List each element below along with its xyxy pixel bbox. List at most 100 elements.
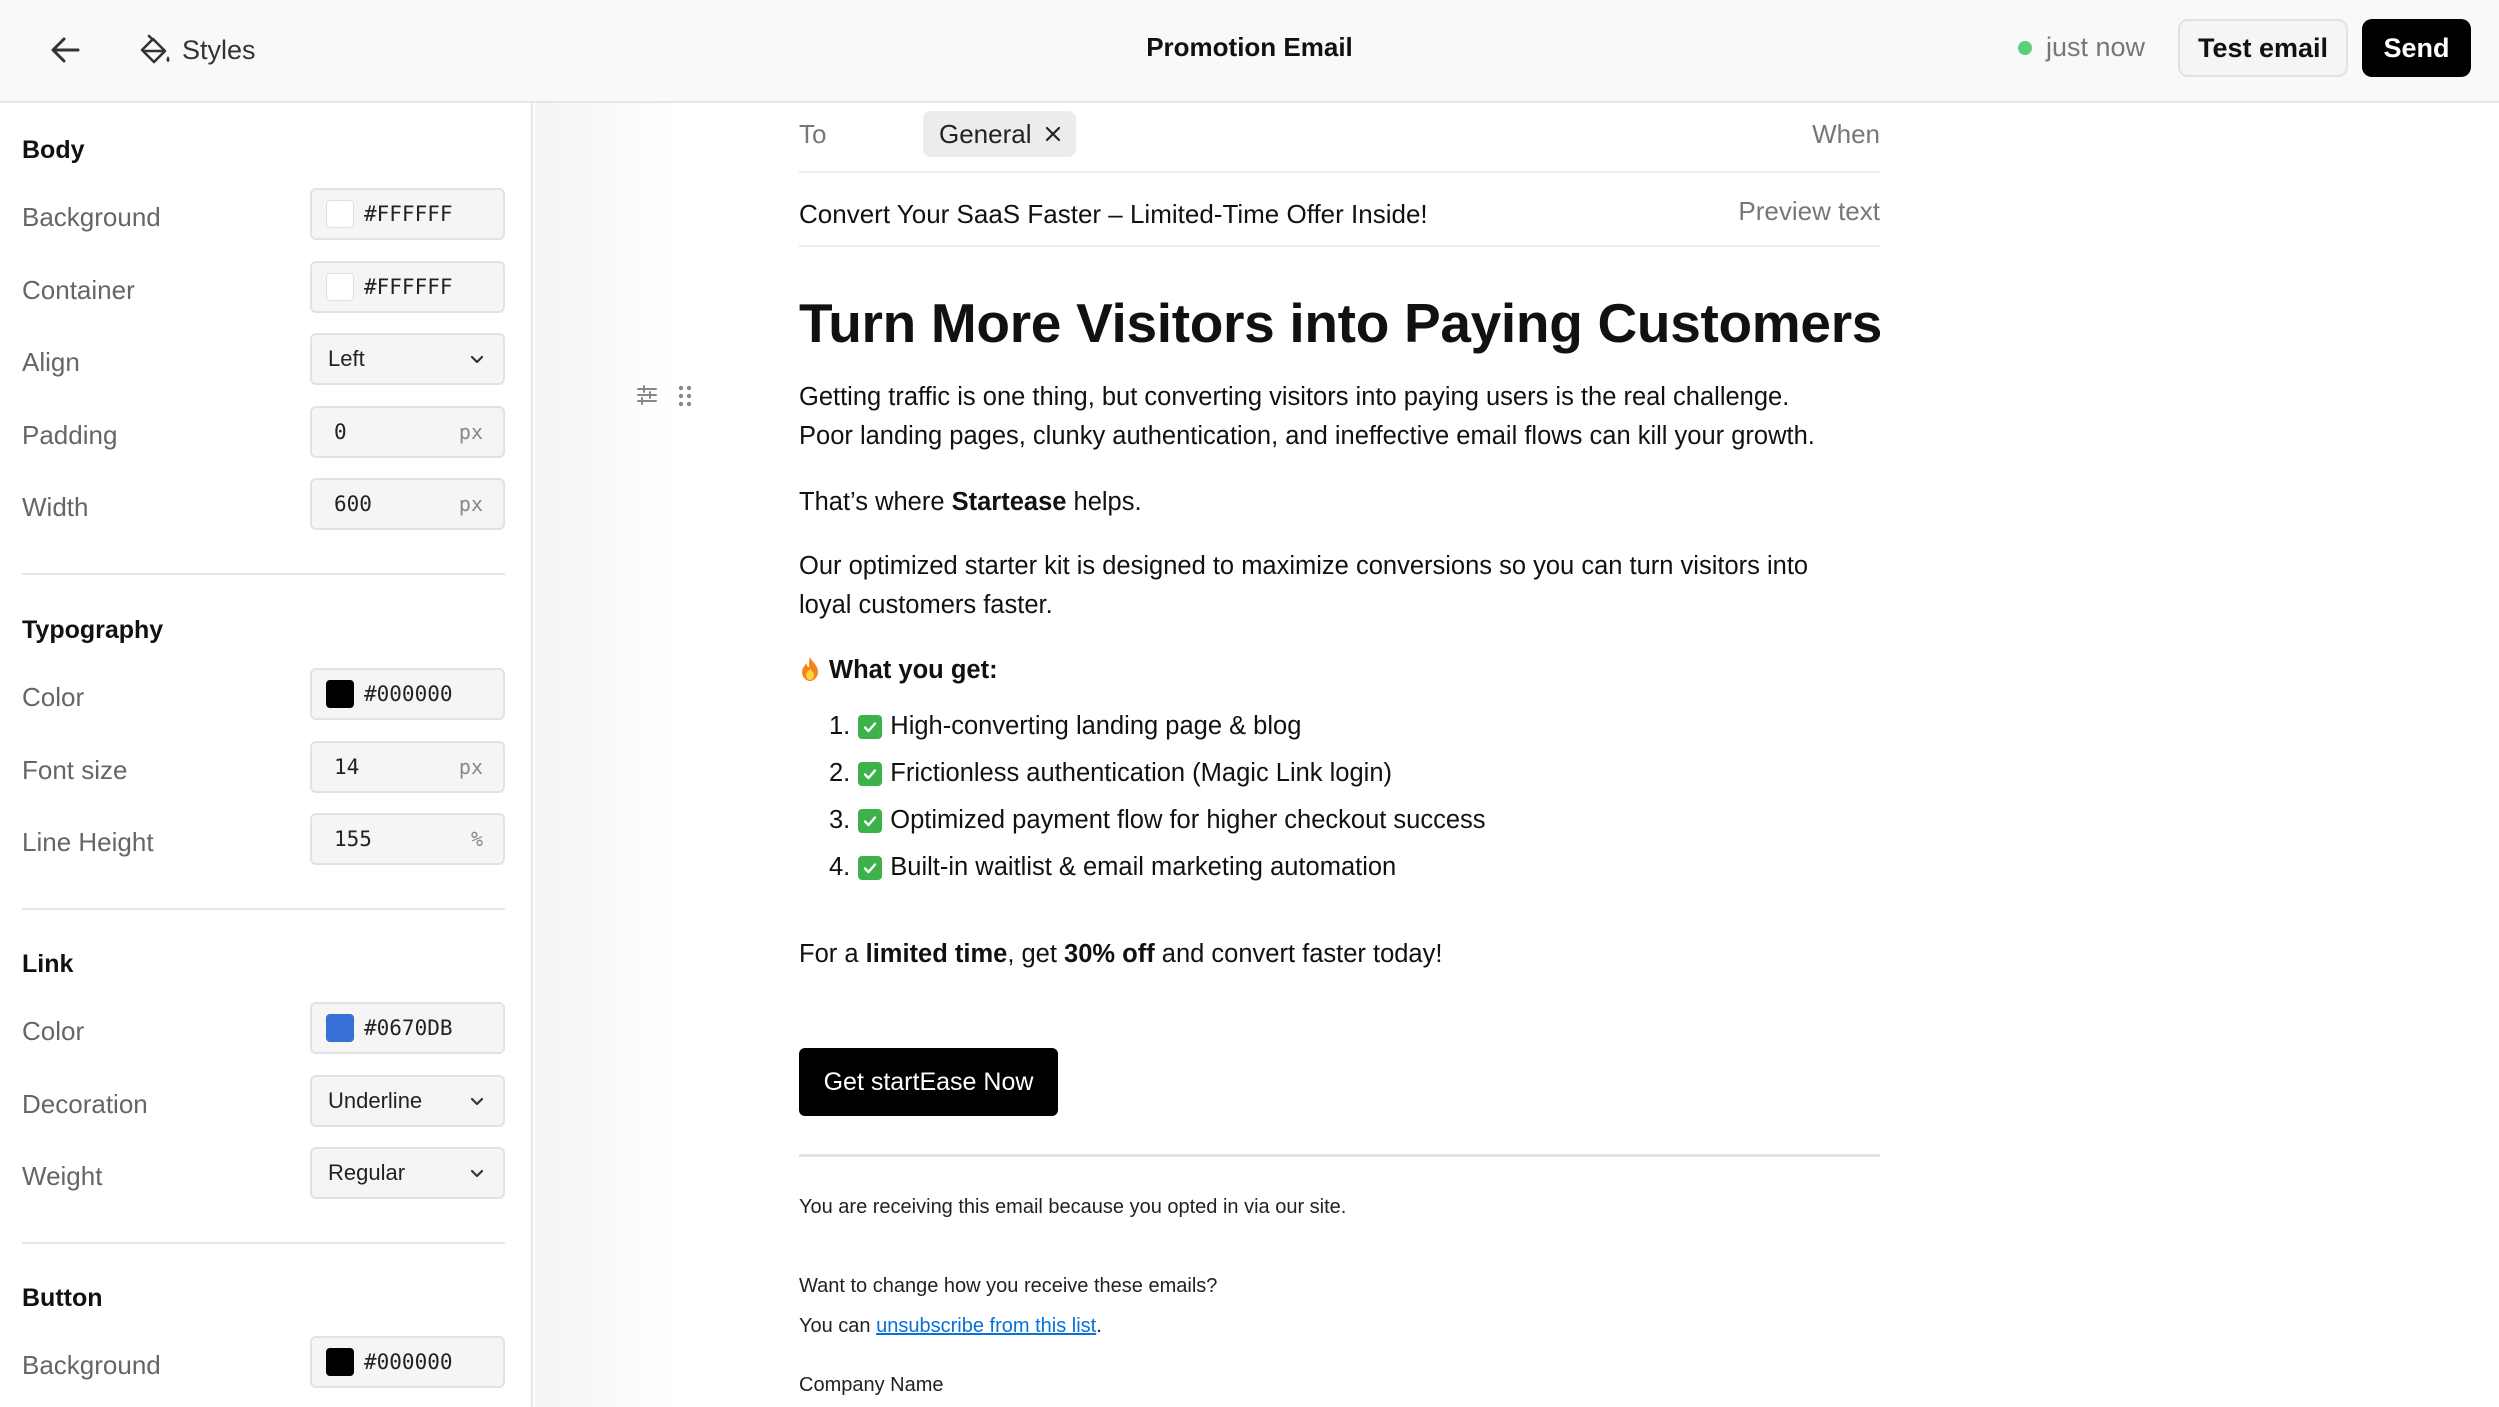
color-swatch — [326, 273, 354, 301]
paragraph-1-line-1: Getting traffic is one thing, but conver… — [799, 383, 1790, 411]
link-decoration-value: Underline — [328, 1088, 423, 1113]
what-you-get-label: What you get: — [829, 656, 998, 684]
paragraph-3[interactable]: Our optimized starter kit is designed to… — [799, 547, 1880, 625]
link-decoration-label: Decoration — [22, 1089, 148, 1119]
body-padding-label: Padding — [22, 420, 118, 450]
section-title-typography: Typography — [22, 616, 164, 644]
color-swatch — [326, 680, 354, 708]
close-icon[interactable] — [1044, 125, 1062, 143]
line-height-unit: % — [470, 827, 483, 851]
paint-bucket-icon — [140, 34, 170, 64]
link-color-label: Color — [22, 1016, 85, 1046]
typography-color-label: Color — [22, 682, 85, 712]
color-swatch — [326, 1348, 354, 1376]
body-background-color-field[interactable]: #FFFFFF — [310, 188, 505, 240]
link-decoration-select[interactable]: Underline — [310, 1075, 505, 1127]
body-padding-input[interactable]: 0 px — [310, 406, 505, 458]
list-item[interactable]: 1. High-converting landing page & blog — [829, 712, 1301, 741]
when-button[interactable]: When — [1812, 119, 1880, 150]
styles-button[interactable]: Styles — [136, 28, 256, 72]
body-container-label: Container — [22, 275, 135, 305]
footer-unsubscribe-line: You can unsubscribe from this list. — [799, 1315, 1102, 1338]
list-item[interactable]: 4. Built-in waitlist & email marketing a… — [829, 853, 1396, 882]
list-item[interactable]: 2. Frictionless authentication (Magic Li… — [829, 759, 1392, 788]
paragraph-1-line-2: Poor landing pages, clunky authenticatio… — [799, 422, 1815, 450]
fire-icon — [802, 657, 818, 681]
offer-paragraph[interactable]: For a limited time, get 30% off and conv… — [799, 935, 1880, 974]
save-status: just now — [2018, 32, 2145, 63]
body-background-label: Background — [22, 202, 161, 232]
paragraph-3-line-1: Our optimized starter kit is designed to… — [799, 552, 1809, 580]
offer-limited-time: limited time — [865, 940, 1008, 968]
styles-sidebar: Body Background #FFFFFF Container #FFFFF… — [0, 103, 533, 1407]
section-title-link: Link — [22, 950, 74, 978]
sliders-icon[interactable] — [636, 384, 658, 406]
offer-text-end: and convert faster today! — [1154, 940, 1443, 968]
test-email-button[interactable]: Test email — [2178, 19, 2348, 77]
to-label: To — [799, 119, 827, 149]
list-item-text: High-converting landing page & blog — [890, 712, 1302, 740]
body-width-input[interactable]: 600 px — [310, 478, 505, 530]
body-align-value: Left — [328, 346, 365, 371]
paragraph-1[interactable]: Getting traffic is one thing, but conver… — [799, 378, 1880, 456]
link-weight-label: Weight — [22, 1161, 103, 1191]
offer-discount: 30% off — [1064, 940, 1155, 968]
list-item[interactable]: 3. Optimized payment flow for higher che… — [829, 806, 1486, 835]
typography-color-field[interactable]: #000000 — [310, 668, 505, 720]
body-align-select[interactable]: Left — [310, 333, 505, 385]
section-divider — [22, 573, 505, 575]
recipient-chip-label: General — [939, 118, 1032, 149]
font-size-label: Font size — [22, 755, 128, 785]
brand-name: Startease — [951, 488, 1067, 516]
what-you-get-heading[interactable]: What you get: — [799, 651, 1880, 690]
email-heading[interactable]: Turn More Visitors into Paying Customers — [799, 291, 1882, 355]
font-size-value: 14 — [334, 755, 360, 779]
offer-text: For a — [799, 940, 866, 968]
body-container-color-field[interactable]: #FFFFFF — [310, 261, 505, 313]
link-color-value: #0670DB — [364, 1016, 453, 1040]
section-title-button: Button — [22, 1284, 103, 1312]
chevron-down-icon — [470, 1169, 484, 1178]
offer-text-mid: , get — [1007, 940, 1065, 968]
body-width-value: 600 — [334, 492, 372, 516]
list-item-number: 3. — [829, 806, 851, 834]
paragraph-2[interactable]: That’s where Startease helps. — [799, 483, 1880, 522]
send-button[interactable]: Send — [2362, 19, 2471, 77]
color-swatch — [326, 1014, 354, 1042]
link-weight-value: Regular — [328, 1160, 406, 1185]
font-size-input[interactable]: 14 px — [310, 741, 505, 793]
chevron-down-icon — [470, 355, 484, 364]
body-background-value: #FFFFFF — [364, 202, 453, 226]
list-item-text: Optimized payment flow for higher checko… — [890, 806, 1486, 834]
link-weight-select[interactable]: Regular — [310, 1147, 505, 1199]
body-width-unit: px — [458, 492, 483, 516]
button-background-color-field[interactable]: #000000 — [310, 1336, 505, 1388]
body-padding-unit: px — [458, 420, 483, 444]
back-button[interactable] — [44, 28, 88, 72]
link-color-field[interactable]: #0670DB — [310, 1002, 505, 1054]
preview-text-input[interactable]: Preview text — [1738, 196, 1880, 227]
footer-opt-in-text: You are receiving this email because you… — [799, 1196, 1347, 1218]
check-mark-icon — [858, 855, 883, 880]
typography-color-value: #000000 — [364, 682, 453, 706]
list-item-text: Frictionless authentication (Magic Link … — [890, 759, 1393, 787]
email-editor: To General When Convert Your SaaS Faster… — [799, 103, 1882, 1407]
subject-input[interactable]: Convert Your SaaS Faster – Limited-Time … — [799, 199, 1428, 230]
list-item-number: 1. — [829, 712, 851, 740]
cta-button[interactable]: Get startEase Now — [799, 1048, 1058, 1116]
paragraph-2-text: That’s where — [799, 488, 952, 516]
body-container-value: #FFFFFF — [364, 275, 453, 299]
footer-company-name: Company Name — [799, 1374, 944, 1396]
button-background-label: Background — [22, 1350, 161, 1380]
unsubscribe-link[interactable]: unsubscribe from this list — [876, 1315, 1096, 1337]
list-item-number: 2. — [829, 759, 851, 787]
section-divider — [22, 908, 505, 910]
recipient-chip[interactable]: General — [923, 111, 1076, 157]
body-align-label: Align — [22, 347, 80, 377]
drag-handle-icon[interactable] — [676, 384, 694, 408]
check-mark-icon — [858, 808, 883, 833]
list-item-text: Built-in waitlist & email marketing auto… — [890, 853, 1397, 881]
line-height-input[interactable]: 155 % — [310, 813, 505, 865]
line-height-label: Line Height — [22, 827, 154, 857]
font-size-unit: px — [458, 755, 483, 779]
